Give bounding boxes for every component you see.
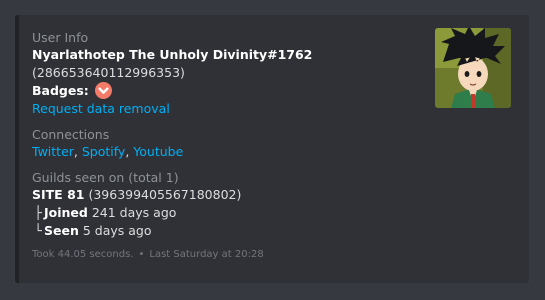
embed-accent-bar: [15, 15, 19, 283]
footer-took-text: Took 44.05 seconds.: [32, 249, 134, 260]
tree-branch-mid: ├: [34, 205, 42, 220]
guild-joined-row: ├ Joined 241 days ago: [32, 204, 432, 222]
connections-heading: Connections: [32, 127, 110, 142]
hypesquad-badge-icon[interactable]: [94, 82, 112, 99]
connections-separator: ,: [73, 144, 82, 159]
embed-content: User Info Nyarlathotep The Unholy Divini…: [32, 29, 432, 262]
guilds-heading: Guilds seen on (total 1): [32, 170, 179, 185]
user-info-heading: User Info: [32, 30, 89, 45]
connections-row: Twitter, Spotify, Youtube: [32, 143, 432, 161]
user-id: (286653640112996353): [32, 65, 185, 80]
connection-link-youtube[interactable]: Youtube: [133, 144, 183, 159]
guild-row: SITE 81 (396399405567180802): [32, 186, 432, 204]
guild-seen-row: └ Seen 5 days ago: [32, 222, 432, 240]
connection-link-twitter[interactable]: Twitter: [32, 144, 74, 159]
seen-label: Seen: [44, 223, 79, 238]
badges-row: Badges:: [32, 82, 432, 100]
embed-footer: Took 44.05 seconds. • Last Saturday at 20:…: [32, 248, 432, 262]
anime-avatar-icon: [435, 28, 511, 108]
footer-timestamp: Last Saturday at 20:28: [149, 249, 264, 260]
seen-value: 5 days ago: [82, 223, 152, 238]
guild-id: (396399405567180802): [88, 187, 242, 202]
user-info-embed: User Info Nyarlathotep The Unholy Divini…: [15, 15, 529, 283]
footer-separator: •: [138, 249, 145, 260]
joined-label: Joined: [44, 205, 88, 220]
badges-label: Badges:: [32, 83, 89, 98]
request-data-removal-link[interactable]: Request data removal: [32, 101, 170, 116]
connection-link-spotify[interactable]: Spotify: [82, 144, 125, 159]
avatar-thumbnail[interactable]: [435, 28, 511, 108]
tree-branch-end: └: [34, 223, 42, 238]
guild-name: SITE 81: [32, 187, 85, 202]
username: Nyarlathotep The Unholy Divinity#1762: [32, 47, 313, 62]
joined-value: 241 days ago: [91, 205, 177, 220]
